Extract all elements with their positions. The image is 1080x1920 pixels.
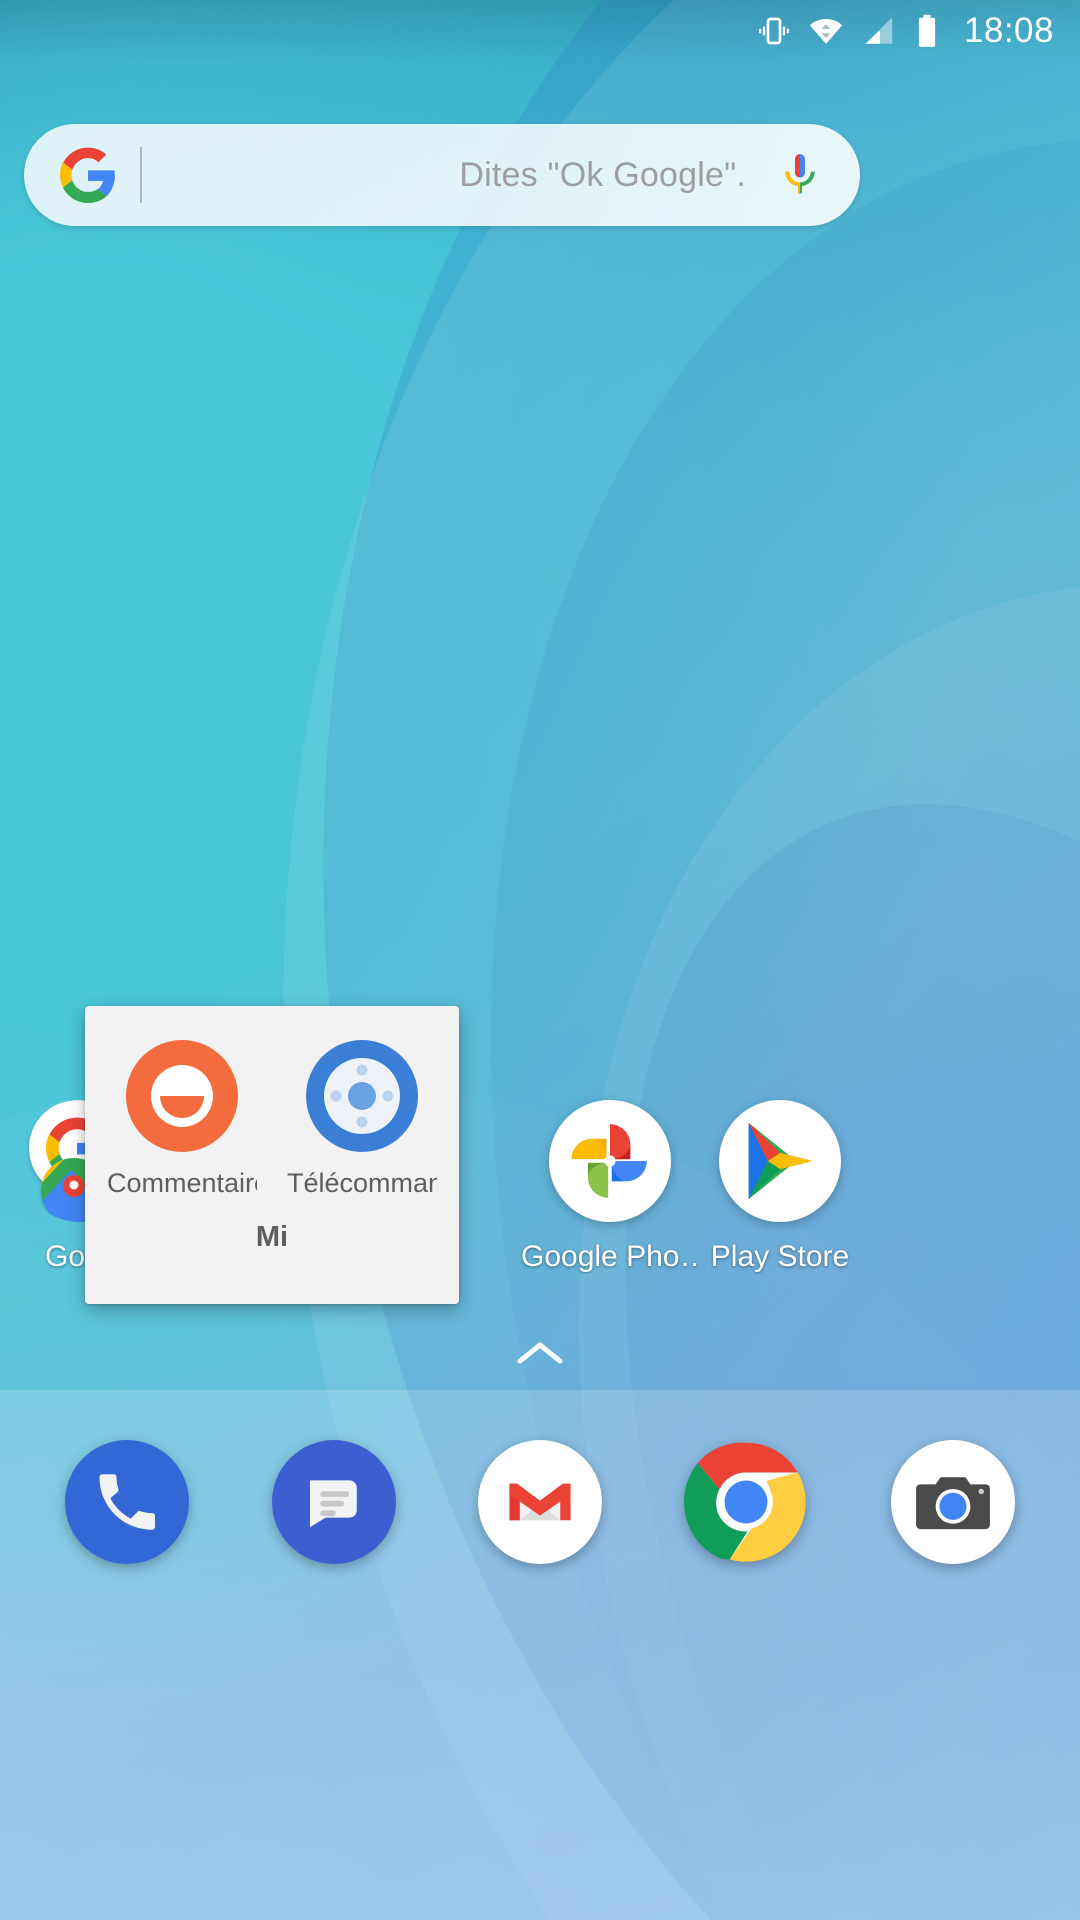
camera-icon[interactable] <box>890 1440 1015 1564</box>
feedback-icon <box>124 1038 240 1154</box>
search-divider <box>140 147 142 203</box>
battery-icon <box>912 13 942 49</box>
google-g-icon <box>60 147 116 203</box>
folder-item-label: Commentaire <box>107 1168 257 1198</box>
cell-signal-icon <box>860 13 896 49</box>
chrome-icon[interactable] <box>684 1440 808 1564</box>
home-app-label: Google Pho… <box>521 1240 699 1273</box>
chevron-up-icon[interactable] <box>510 1336 570 1372</box>
home-app-google-photos[interactable]: Google Pho… <box>520 1100 700 1274</box>
folder-popup-title[interactable]: Mi <box>256 1221 288 1254</box>
status-bar-clock: 18:08 <box>963 11 1054 50</box>
dock-row <box>0 1440 1080 1564</box>
play-store-icon <box>719 1100 841 1222</box>
folder-popup-grid: Commentaire Télécomman… <box>107 1038 437 1199</box>
folder-item-telecommande[interactable]: Télécomman… <box>287 1038 437 1199</box>
phone-icon[interactable] <box>65 1440 190 1564</box>
folder-item-label: Télécomman… <box>287 1168 437 1198</box>
folder-item-commentaire[interactable]: Commentaire <box>107 1038 257 1199</box>
vibrate-icon <box>756 13 792 49</box>
google-search-bar[interactable]: Dites "Ok Google". <box>24 124 860 226</box>
google-photos-icon <box>549 1100 671 1222</box>
home-app-play-store[interactable]: Play Store <box>690 1100 870 1274</box>
status-bar: 18:08 <box>0 0 1080 62</box>
messages-icon[interactable] <box>271 1440 396 1564</box>
dock <box>0 1390 1080 1920</box>
wifi-icon <box>808 13 844 49</box>
folder-popup[interactable]: Commentaire Télécomman… Mi <box>85 1006 459 1304</box>
search-input[interactable]: Dites "Ok Google". <box>142 156 780 195</box>
gmail-icon[interactable] <box>477 1440 602 1564</box>
home-app-label: Play Store <box>710 1240 850 1273</box>
microphone-icon[interactable] <box>780 149 820 201</box>
remote-control-icon <box>304 1038 420 1154</box>
